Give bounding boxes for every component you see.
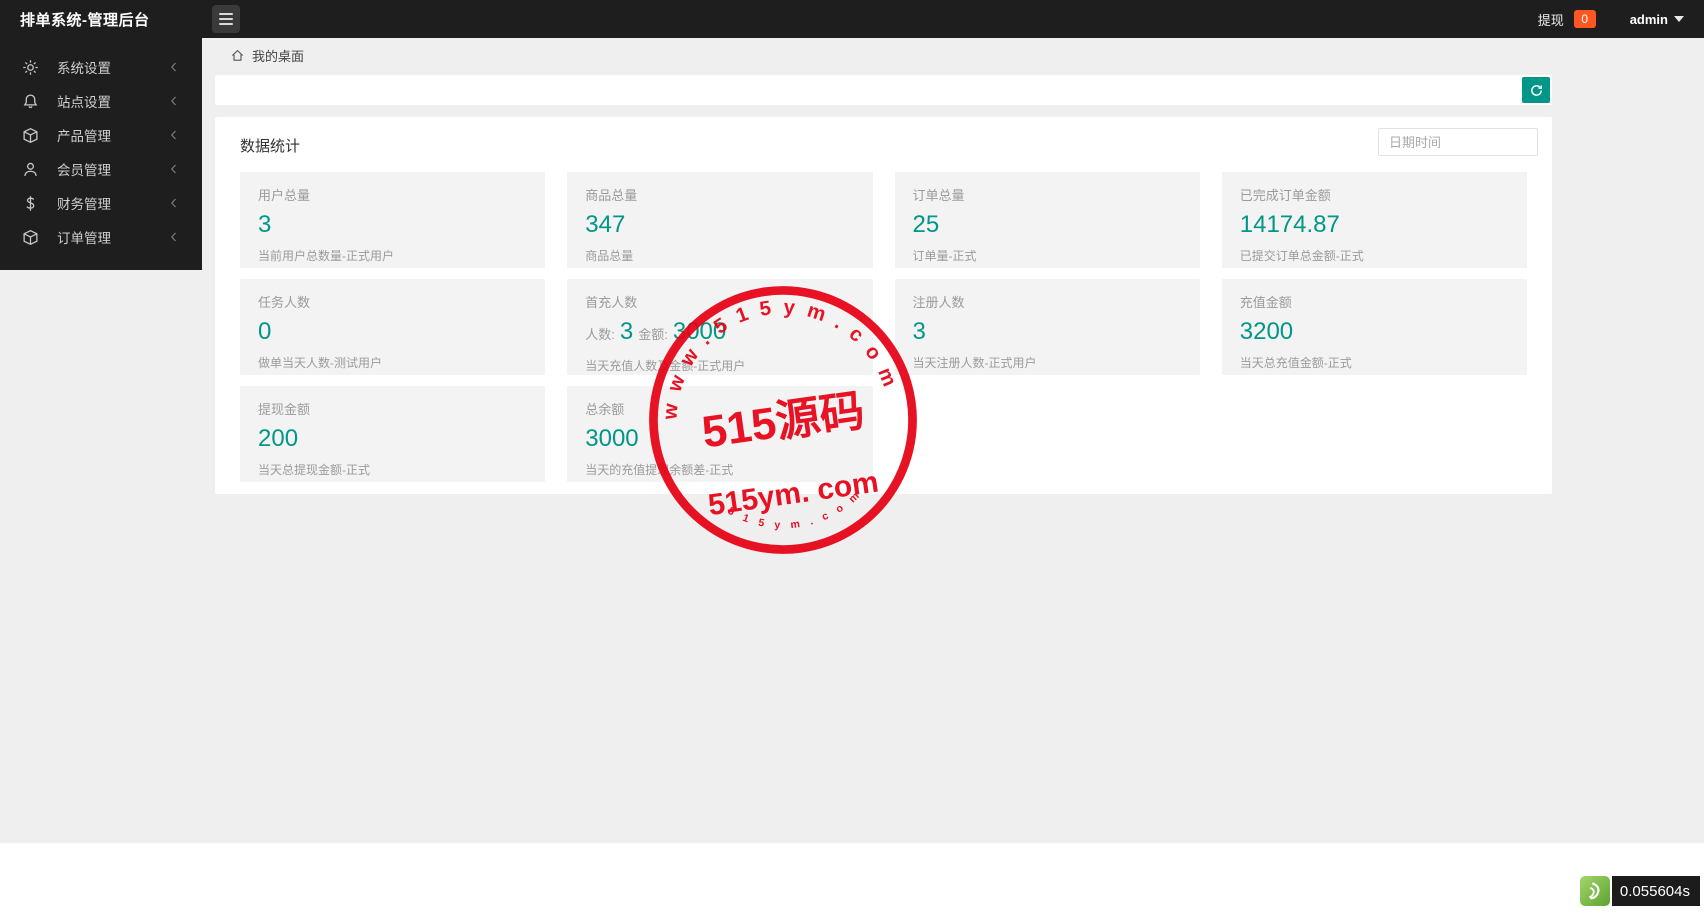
sidebar-item-label: 订单管理 bbox=[57, 227, 168, 247]
stat-value: 3000 bbox=[673, 318, 726, 346]
sidebar-item-product-management[interactable]: 产品管理 bbox=[0, 118, 202, 152]
sidebar-item-order-management[interactable]: 订单管理 bbox=[0, 220, 202, 254]
chevron-left-icon bbox=[168, 197, 180, 209]
menu-toggle-button[interactable] bbox=[212, 5, 240, 33]
app-title: 排单系统-管理后台 bbox=[0, 9, 150, 30]
thinkphp-logo-icon[interactable] bbox=[1580, 876, 1610, 906]
stat-card-first-charge: 首充人数 人数: 3 金额: 3000 当天充值人数及金额-正式用户 bbox=[567, 279, 872, 375]
cube-icon bbox=[22, 229, 39, 246]
top-header: 排单系统-管理后台 提现 0 admin bbox=[0, 0, 1704, 38]
username: admin bbox=[1630, 12, 1668, 27]
refresh-icon bbox=[1529, 83, 1544, 98]
hamburger-icon bbox=[219, 13, 233, 15]
date-range-input[interactable] bbox=[1378, 128, 1538, 156]
chevron-left-icon bbox=[168, 129, 180, 141]
sidebar-item-member-management[interactable]: 会员管理 bbox=[0, 152, 202, 186]
stat-value: 14174.87 bbox=[1240, 211, 1509, 239]
stat-value: 3000 bbox=[585, 425, 854, 453]
admin-dashboard: 排单系统-管理后台 提现 0 admin 系统设置 站点设置 bbox=[0, 0, 1704, 916]
debug-trace: 0.055604s bbox=[1580, 876, 1700, 906]
stat-value: 347 bbox=[585, 211, 854, 239]
dollar-icon bbox=[22, 195, 39, 212]
stat-card-completed-order-amount: 已完成订单金额 14174.87 已提交订单总金额-正式 bbox=[1222, 172, 1527, 268]
stat-card-registered-users: 注册人数 3 当天注册人数-正式用户 bbox=[895, 279, 1200, 375]
stats-cards-grid: 用户总量 3 当前用户总数量-正式用户 商品总量 347 商品总量 订单总量 2… bbox=[240, 172, 1527, 482]
chevron-left-icon bbox=[168, 61, 180, 73]
breadcrumb: 我的桌面 bbox=[230, 46, 304, 65]
withdraw-count-badge[interactable]: 0 bbox=[1574, 10, 1596, 28]
sidebar-item-label: 财务管理 bbox=[57, 193, 168, 213]
sidebar-item-label: 系统设置 bbox=[57, 57, 168, 77]
stat-card-total-users: 用户总量 3 当前用户总数量-正式用户 bbox=[240, 172, 545, 268]
stat-card-recharge-amount: 充值金额 3200 当天总充值金额-正式 bbox=[1222, 279, 1527, 375]
sidebar-item-label: 站点设置 bbox=[57, 91, 168, 111]
tab-toolbar bbox=[215, 75, 1552, 105]
stat-card-withdraw-amount: 提现金额 200 当天总提现金额-正式 bbox=[240, 386, 545, 482]
chevron-left-icon bbox=[168, 231, 180, 243]
refresh-button[interactable] bbox=[1522, 77, 1550, 103]
sidebar-item-label: 产品管理 bbox=[57, 125, 168, 145]
cube-icon bbox=[22, 127, 39, 144]
elapsed-time-badge: 0.055604s bbox=[1612, 876, 1700, 906]
footer-strip bbox=[0, 843, 1704, 916]
chevron-left-icon bbox=[168, 95, 180, 107]
sidebar-item-site-settings[interactable]: 站点设置 bbox=[0, 84, 202, 118]
panel-title: 数据统计 bbox=[240, 135, 300, 156]
stat-value: 3 bbox=[913, 318, 1182, 346]
stat-card-total-products: 商品总量 347 商品总量 bbox=[567, 172, 872, 268]
stat-value: 25 bbox=[913, 211, 1182, 239]
breadcrumb-label[interactable]: 我的桌面 bbox=[252, 46, 304, 65]
sidebar: 系统设置 站点设置 产品管理 会员管理 bbox=[0, 38, 202, 270]
stat-pair-values: 人数: 3 金额: 3000 bbox=[585, 318, 854, 349]
stat-value: 3 bbox=[258, 211, 527, 239]
user-dropdown[interactable]: admin bbox=[1630, 12, 1684, 27]
stats-panel: 数据统计 用户总量 3 当前用户总数量-正式用户 商品总量 347 商品总量 订… bbox=[215, 117, 1552, 494]
sidebar-item-finance-management[interactable]: 财务管理 bbox=[0, 186, 202, 220]
bell-icon bbox=[22, 93, 39, 110]
user-icon bbox=[22, 161, 39, 178]
withdraw-link[interactable]: 提现 bbox=[1538, 10, 1564, 29]
stat-value: 3 bbox=[620, 318, 633, 346]
chevron-left-icon bbox=[168, 163, 180, 175]
header-right: 提现 0 admin bbox=[1538, 0, 1684, 38]
stat-card-task-users: 任务人数 0 做单当天人数-测试用户 bbox=[240, 279, 545, 375]
stat-value: 3200 bbox=[1240, 318, 1509, 346]
sidebar-item-system-settings[interactable]: 系统设置 bbox=[0, 50, 202, 84]
chevron-down-icon bbox=[1674, 16, 1684, 22]
stat-value: 200 bbox=[258, 425, 527, 453]
stat-card-total-orders: 订单总量 25 订单量-正式 bbox=[895, 172, 1200, 268]
stat-card-total-balance: 总余额 3000 当天的充值提现余额差-正式 bbox=[567, 386, 872, 482]
home-icon bbox=[230, 48, 245, 63]
sidebar-item-label: 会员管理 bbox=[57, 159, 168, 179]
gear-icon bbox=[22, 59, 39, 76]
stat-value: 0 bbox=[258, 318, 527, 346]
